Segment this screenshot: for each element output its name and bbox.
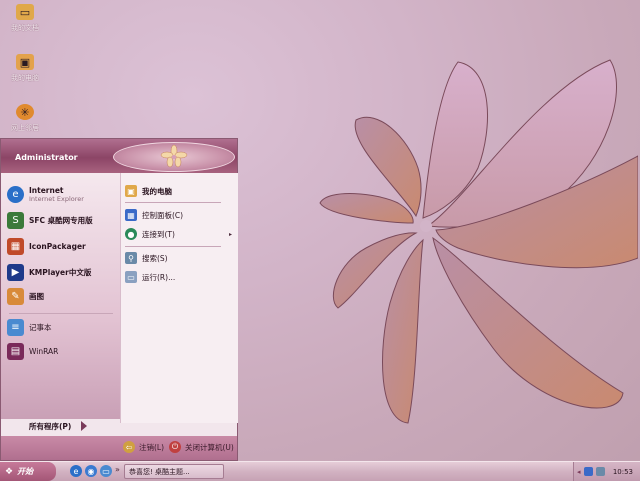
- program-subtitle: Internet Explorer: [29, 194, 84, 203]
- start-menu-programs-pane: e Internet Internet Explorer S SFC 桌酷网专用…: [1, 173, 120, 419]
- desktop-icon-my-computer[interactable]: ▣ 我的电脑: [2, 54, 48, 83]
- program-title: IconPackager: [29, 241, 86, 251]
- place-label: 连接到(T): [142, 229, 175, 239]
- place-label: 我的电脑: [142, 186, 172, 196]
- program-title: 记事本: [29, 322, 52, 332]
- program-iconpackager[interactable]: ▦ IconPackager: [7, 235, 86, 257]
- tray-volume-icon[interactable]: [595, 467, 605, 476]
- paint-icon: ✎: [7, 287, 24, 305]
- user-picture: [113, 142, 235, 172]
- program-internet[interactable]: e Internet Internet Explorer: [7, 183, 84, 205]
- place-control-panel[interactable]: ▦ 控制面板(C): [125, 207, 183, 223]
- windows-logo-icon: ❖: [5, 466, 14, 477]
- folder-icon: ▭: [16, 4, 34, 20]
- clock: 10:53: [612, 467, 633, 476]
- tray-network-icon[interactable]: [583, 467, 593, 476]
- program-title: WinRAR: [29, 346, 59, 356]
- logoff-button[interactable]: ⇦ 注销(L): [123, 441, 164, 453]
- run-icon: ▭: [125, 271, 137, 283]
- start-label: 开始: [17, 467, 34, 476]
- all-programs-label: 所有程序(P): [29, 421, 72, 431]
- start-menu-header: Administrator: [1, 139, 237, 173]
- desktop-icon-label: 我的文档: [11, 24, 39, 32]
- logoff-label: 注销(L): [139, 442, 165, 452]
- menu-separator: [125, 202, 221, 203]
- power-icon: ⏻: [169, 441, 181, 453]
- place-label: 控制面板(C): [142, 210, 184, 220]
- flower-wallpaper-graphic: [319, 59, 638, 424]
- place-connect-to[interactable]: ● 连接到(T) ▸: [125, 226, 232, 242]
- internet-explorer-icon: e: [7, 185, 24, 203]
- menu-separator: [125, 246, 221, 247]
- program-kmplayer[interactable]: ▶ KMPlayer中文版: [7, 261, 91, 283]
- user-name: Administrator: [15, 153, 78, 162]
- program-sfc[interactable]: S SFC 桌酷网专用版: [7, 209, 93, 231]
- network-icon: ✳: [16, 104, 34, 120]
- kmplayer-icon: ▶: [7, 263, 24, 281]
- flower-badge-icon: [160, 144, 188, 168]
- start-button[interactable]: ❖ 开始: [0, 462, 56, 481]
- all-programs-button[interactable]: 所有程序(P): [1, 416, 120, 436]
- menu-separator: [9, 313, 113, 314]
- connect-icon: ●: [125, 228, 137, 240]
- place-label: 搜索(S): [142, 253, 168, 263]
- start-menu: Administrator e Internet Internet Explor…: [0, 138, 238, 461]
- start-menu-footer: ⇦ 注销(L) ⏻ 关闭计算机(U): [1, 436, 237, 460]
- desktop-icon-network[interactable]: ✳ 网上邻居: [2, 104, 48, 133]
- search-icon: ⚲: [125, 252, 137, 264]
- taskbar-button-label: 恭喜您! 桌酷主题...: [129, 467, 190, 476]
- program-notepad[interactable]: ≡ 记事本: [7, 316, 52, 338]
- place-my-computer[interactable]: ▣ 我的电脑: [125, 183, 172, 199]
- program-paint[interactable]: ✎ 画图: [7, 285, 44, 307]
- quicklaunch-ie-icon[interactable]: e: [70, 465, 82, 477]
- shutdown-label: 关闭计算机(U): [185, 442, 234, 452]
- iconpackager-icon: ▦: [7, 237, 24, 255]
- tray-expand-icon[interactable]: ◂: [577, 468, 581, 476]
- shutdown-button[interactable]: ⏻ 关闭计算机(U): [169, 441, 234, 453]
- quicklaunch-chevron-icon[interactable]: »: [115, 465, 120, 474]
- place-label: 运行(R)...: [142, 272, 176, 282]
- desktop-icon-label: 我的电脑: [11, 74, 39, 82]
- taskbar: ❖ 开始 e ◉ ▭ » 恭喜您! 桌酷主题... ◂ 10:53: [0, 461, 640, 481]
- desktop-icon-my-documents[interactable]: ▭ 我的文档: [2, 4, 48, 33]
- logoff-icon: ⇦: [123, 441, 135, 453]
- program-title: Internet: [29, 185, 64, 195]
- sfc-icon: S: [7, 211, 24, 229]
- winrar-icon: ▤: [7, 342, 24, 360]
- notepad-icon: ≡: [7, 318, 24, 336]
- program-title: KMPlayer中文版: [29, 267, 92, 277]
- place-run[interactable]: ▭ 运行(R)...: [125, 269, 175, 285]
- program-title: SFC 桌酷网专用版: [29, 215, 93, 225]
- program-winrar[interactable]: ▤ WinRAR: [7, 340, 58, 362]
- submenu-arrow-icon: ▸: [229, 230, 233, 238]
- quicklaunch-media-icon[interactable]: ◉: [85, 465, 97, 477]
- system-tray: ◂ 10:53: [573, 462, 640, 481]
- my-computer-icon: ▣: [125, 185, 137, 197]
- quicklaunch-desktop-icon[interactable]: ▭: [100, 465, 112, 477]
- place-search[interactable]: ⚲ 搜索(S): [125, 250, 168, 266]
- arrow-right-icon: [81, 421, 88, 431]
- computer-icon: ▣: [16, 54, 34, 70]
- taskbar-button[interactable]: 恭喜您! 桌酷主题...: [124, 464, 224, 479]
- desktop-icon-label: 网上邻居: [11, 124, 39, 132]
- control-panel-icon: ▦: [125, 209, 137, 221]
- program-title: 画图: [29, 291, 44, 301]
